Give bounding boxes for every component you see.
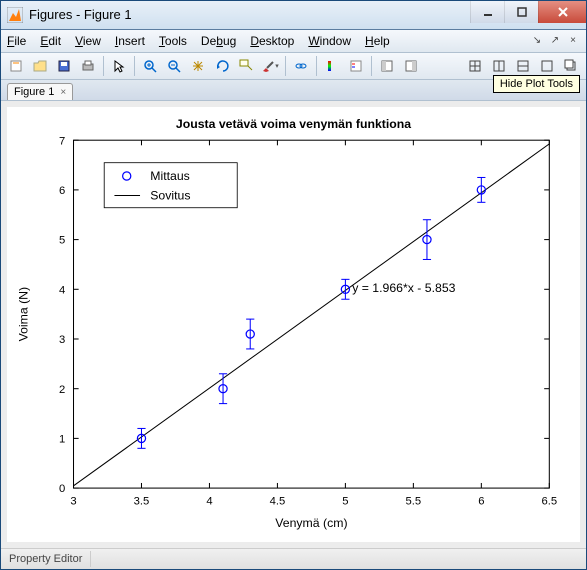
- menu-file[interactable]: File: [7, 34, 26, 48]
- layout-4-icon[interactable]: [536, 55, 558, 77]
- svg-text:2: 2: [59, 384, 65, 396]
- svg-text:3: 3: [70, 496, 76, 508]
- menubar: File Edit View Insert Tools Debug Deskto…: [1, 30, 586, 53]
- layout-1-icon[interactable]: [464, 55, 486, 77]
- svg-text:0: 0: [59, 483, 65, 495]
- zoom-out-icon[interactable]: [163, 55, 185, 77]
- statusbar: Property Editor: [1, 548, 586, 569]
- maximize-button[interactable]: [504, 1, 538, 23]
- colorbar-icon[interactable]: [321, 55, 343, 77]
- svg-text:6: 6: [478, 496, 484, 508]
- link-icon[interactable]: [290, 55, 312, 77]
- figure-window: Figures - Figure 1 File Edit View Insert…: [0, 0, 587, 570]
- svg-text:4: 4: [206, 496, 212, 508]
- matlab-logo-icon: [7, 7, 23, 23]
- plot-canvas[interactable]: Jousta vetävä voima venymän funktiona 3 3.…: [7, 107, 580, 542]
- tab-close-icon[interactable]: ×: [60, 87, 66, 98]
- pan-icon[interactable]: [187, 55, 209, 77]
- open-icon[interactable]: [29, 55, 51, 77]
- svg-text:Jousta vetävä voima venymän fu: Jousta vetävä voima venymän funktiona: [176, 117, 411, 131]
- menu-tools[interactable]: Tools: [159, 34, 187, 48]
- toolbar: ▾ Hide Plot Tools: [1, 53, 586, 80]
- new-figure-icon[interactable]: [5, 55, 27, 77]
- svg-text:5: 5: [342, 496, 348, 508]
- menu-insert[interactable]: Insert: [115, 34, 145, 48]
- tooltip: Hide Plot Tools: [493, 75, 580, 93]
- data-cursor-icon[interactable]: [235, 55, 257, 77]
- dock-icon[interactable]: ↘: [530, 34, 544, 48]
- svg-text:6: 6: [59, 185, 65, 197]
- print-icon[interactable]: [77, 55, 99, 77]
- svg-text:5: 5: [59, 235, 65, 247]
- layout-5-icon[interactable]: [560, 55, 582, 77]
- menu-desktop[interactable]: Desktop: [250, 34, 294, 48]
- svg-text:y = 1.966*x - 5.853: y = 1.966*x - 5.853: [352, 281, 455, 295]
- zoom-in-icon[interactable]: [139, 55, 161, 77]
- brush-icon[interactable]: ▾: [259, 55, 281, 77]
- save-icon[interactable]: [53, 55, 75, 77]
- svg-text:Voima (N): Voima (N): [16, 287, 30, 342]
- svg-text:3: 3: [59, 334, 65, 346]
- svg-text:Sovitus: Sovitus: [150, 189, 190, 203]
- property-editor-button[interactable]: Property Editor: [1, 551, 91, 567]
- hide-tools-icon[interactable]: [376, 55, 398, 77]
- minimize-button[interactable]: [470, 1, 504, 23]
- tab-figure-1[interactable]: Figure 1 ×: [7, 83, 73, 100]
- svg-text:1: 1: [59, 434, 65, 446]
- svg-text:6.5: 6.5: [541, 496, 557, 508]
- layout-3-icon[interactable]: [512, 55, 534, 77]
- close-button[interactable]: [538, 1, 586, 23]
- menu-close-icon[interactable]: ×: [566, 34, 580, 48]
- undock-icon[interactable]: ↗: [548, 34, 562, 48]
- window-buttons: [470, 1, 586, 29]
- menu-help[interactable]: Help: [365, 34, 390, 48]
- show-tools-icon[interactable]: [400, 55, 422, 77]
- tab-label: Figure 1: [14, 86, 54, 98]
- layout-2-icon[interactable]: [488, 55, 510, 77]
- window-title: Figures - Figure 1: [29, 7, 470, 22]
- menu-view[interactable]: View: [75, 34, 101, 48]
- chart-svg: Jousta vetävä voima venymän funktiona 3 3.…: [7, 107, 580, 542]
- svg-text:3.5: 3.5: [134, 496, 150, 508]
- svg-text:4: 4: [59, 284, 65, 296]
- menu-edit[interactable]: Edit: [40, 34, 61, 48]
- titlebar: Figures - Figure 1: [1, 1, 586, 30]
- plot-area: Jousta vetävä voima venymän funktiona 3 3.…: [1, 101, 586, 548]
- svg-text:Mittaus: Mittaus: [150, 169, 190, 183]
- svg-text:5.5: 5.5: [406, 496, 422, 508]
- svg-text:7: 7: [59, 135, 65, 147]
- svg-text:4.5: 4.5: [270, 496, 286, 508]
- legend-icon[interactable]: [345, 55, 367, 77]
- menu-debug[interactable]: Debug: [201, 34, 236, 48]
- pointer-icon[interactable]: [108, 55, 130, 77]
- menu-window[interactable]: Window: [308, 34, 351, 48]
- svg-text:Venymä (cm): Venymä (cm): [275, 516, 347, 530]
- rotate-icon[interactable]: [211, 55, 233, 77]
